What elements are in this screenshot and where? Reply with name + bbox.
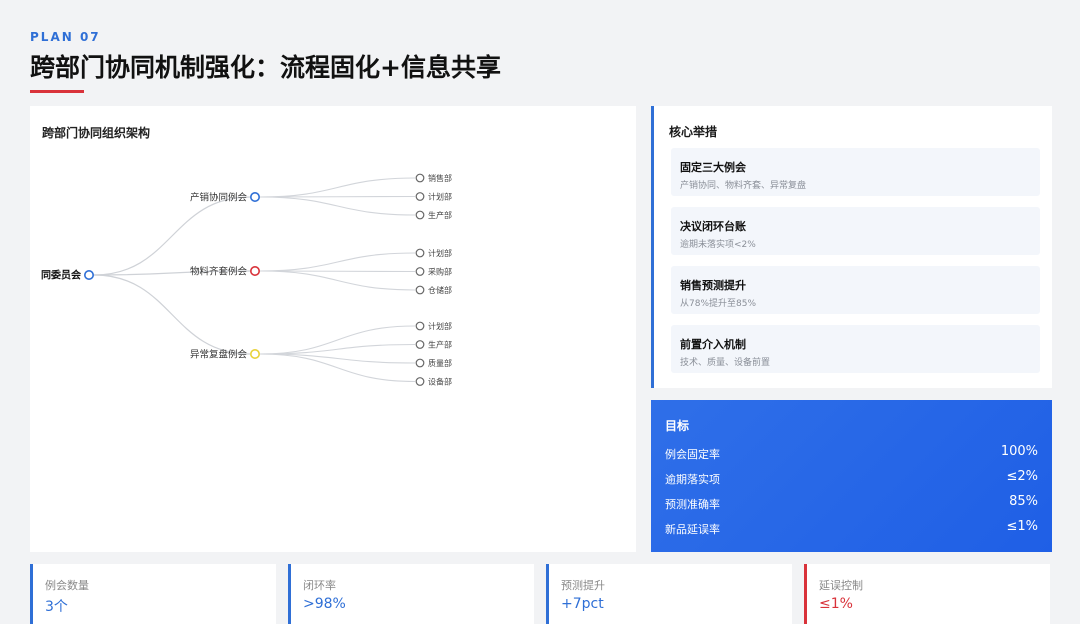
target-row: 逾期落实项 ≤2% xyxy=(665,469,1038,487)
leaf-node xyxy=(415,173,425,183)
leaf-label: 计划部 xyxy=(428,321,452,331)
measure-name: 决议闭环台账 xyxy=(680,220,746,233)
measure-name: 固定三大例会 xyxy=(680,161,746,174)
title-underline xyxy=(30,90,84,93)
connector-line xyxy=(259,270,416,291)
leaf-node xyxy=(415,358,425,368)
leaf-node xyxy=(415,192,425,201)
leaf-label: 计划部 xyxy=(428,192,452,202)
target-label: 例会固定率 xyxy=(665,448,720,461)
branch-label: 物料齐套例会 xyxy=(190,266,248,278)
target-row: 例会固定率 100% xyxy=(665,444,1038,462)
branch-node xyxy=(250,349,261,360)
targets-panel: 目标 例会固定率 100% 逾期落实项 ≤2% 预测准确率 85% 新品延误率 … xyxy=(651,400,1052,552)
measure-desc: 产销协同、物料齐套、异常复盘 xyxy=(680,181,807,191)
targets-title: 目标 xyxy=(665,419,690,433)
root-node xyxy=(83,270,94,281)
leaf-label: 生产部 xyxy=(428,340,452,350)
measure-desc: 从78%提升至85% xyxy=(680,299,757,309)
kpi-card-closure-rate: 闭环率 >98% xyxy=(288,564,534,624)
kpi-label: 例会数量 xyxy=(45,579,89,592)
leaf-label: 销售部 xyxy=(428,173,452,183)
leaf-node xyxy=(415,377,425,386)
connector-line xyxy=(93,196,251,276)
branch-node xyxy=(250,192,261,203)
org-chart-panel: 跨部门协同组织架构 同委员会 产销协同例会 销售部 计划部 生产部 物料齐套例会 计划部 采购… xyxy=(30,106,636,552)
kpi-value: +7pct xyxy=(561,596,604,612)
target-label: 逾期落实项 xyxy=(665,473,720,486)
measure-desc: 技术、质量、设备前置 xyxy=(680,358,771,368)
target-value: 85% xyxy=(1009,494,1038,509)
leaf-node xyxy=(415,210,425,220)
kpi-value: 3个 xyxy=(45,599,68,615)
connector-line xyxy=(259,177,416,198)
leaf-node xyxy=(415,321,425,331)
kpi-value: ≤1% xyxy=(819,596,853,612)
connector-line xyxy=(259,195,416,198)
measure-name: 销售预测提升 xyxy=(680,279,746,292)
leaf-node xyxy=(415,267,425,276)
leaf-label: 采购部 xyxy=(428,267,452,277)
measure-name: 前置介入机制 xyxy=(680,338,746,351)
kpi-card-delay-control: 延误控制 ≤1% xyxy=(804,564,1050,624)
leaf-label: 质量部 xyxy=(428,358,452,368)
measure-card: 前置介入机制 技术、质量、设备前置 xyxy=(671,325,1040,373)
target-label: 预测准确率 xyxy=(665,498,720,511)
connector-line xyxy=(93,274,251,355)
core-measures-panel: 核心举措 固定三大例会 产销协同、物料齐套、异常复盘 决议闭环台账 逾期未落实项… xyxy=(651,106,1052,388)
kpi-label: 延误控制 xyxy=(819,579,863,592)
org-chart: 同委员会产销协同例会销售部计划部生产部物料齐套例会计划部采购部仓储部异常复盘例会… xyxy=(41,173,452,387)
target-value: ≤2% xyxy=(1006,469,1038,484)
kpi-card-meeting-count: 例会数量 3个 xyxy=(30,564,276,624)
target-row: 新品延误率 ≤1% xyxy=(665,519,1038,537)
page-title: 跨部门协同机制强化：流程固化+信息共享 xyxy=(30,53,501,82)
leaf-node xyxy=(415,285,425,295)
measure-card: 决议闭环台账 逾期未落实项<2% xyxy=(671,207,1040,255)
connector-line xyxy=(259,196,416,216)
branch-node xyxy=(250,266,261,277)
connector-line xyxy=(259,252,416,272)
leaf-label: 仓储部 xyxy=(428,285,452,295)
target-row: 预测准确率 85% xyxy=(665,494,1038,512)
measure-desc: 逾期未落实项<2% xyxy=(680,240,756,250)
kpi-label: 预测提升 xyxy=(561,579,605,592)
measure-card: 固定三大例会 产销协同、物料齐套、异常复盘 xyxy=(671,148,1040,196)
leaf-node xyxy=(415,340,425,349)
leaf-node xyxy=(415,248,425,258)
measure-card: 销售预测提升 从78%提升至85% xyxy=(671,266,1040,314)
leaf-label: 生产部 xyxy=(428,210,452,220)
branch-label: 异常复盘例会 xyxy=(190,349,248,361)
branch-label: 产销协同例会 xyxy=(190,192,248,204)
core-measures-title: 核心举措 xyxy=(669,125,718,139)
leaf-label: 设备部 xyxy=(428,377,452,387)
target-label: 新品延误率 xyxy=(665,523,720,536)
kpi-value: >98% xyxy=(303,596,346,612)
leaf-label: 计划部 xyxy=(428,248,452,258)
root-label: 同委员会 xyxy=(41,269,81,282)
kpi-card-forecast-uplift: 预测提升 +7pct xyxy=(546,564,792,624)
target-value: 100% xyxy=(1000,444,1038,459)
target-value: ≤1% xyxy=(1006,519,1038,534)
plan-tag: PLAN 07 xyxy=(30,30,101,44)
kpi-label: 闭环率 xyxy=(303,579,336,592)
